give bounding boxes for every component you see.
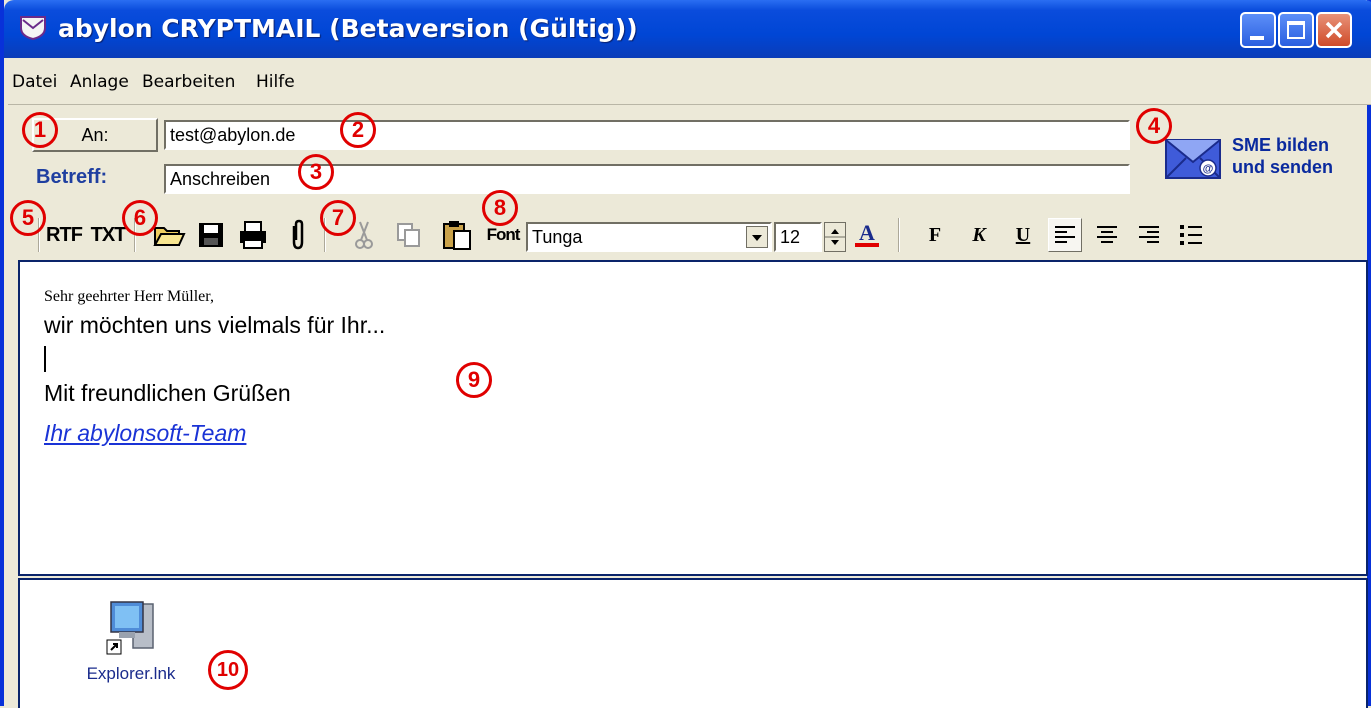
callout-10: 10 bbox=[208, 650, 248, 690]
to-field[interactable]: test@abylon.de bbox=[164, 120, 1130, 150]
attach-paperclip-icon[interactable] bbox=[286, 218, 310, 252]
font-name-combo[interactable]: Tunga bbox=[526, 222, 772, 252]
callout-6: 6 bbox=[122, 200, 158, 236]
minimize-icon bbox=[1250, 36, 1264, 40]
align-left-button[interactable] bbox=[1048, 218, 1082, 252]
menu-datei[interactable]: Datei bbox=[12, 72, 57, 92]
callout-2: 2 bbox=[340, 112, 376, 148]
editor-signature-link[interactable]: Ihr abylonsoft-Team bbox=[44, 420, 246, 447]
callout-3: 3 bbox=[298, 154, 334, 190]
save-icon[interactable] bbox=[194, 218, 228, 252]
menu-bar: Datei Anlage Bearbeiten Hilfe bbox=[8, 58, 1371, 105]
align-right-button[interactable] bbox=[1132, 218, 1166, 252]
attachment-item[interactable]: Explorer.lnk bbox=[76, 598, 186, 684]
paste-icon[interactable] bbox=[440, 218, 474, 252]
send-mail-icon[interactable]: @ bbox=[1164, 136, 1224, 182]
callout-5: 5 bbox=[10, 200, 46, 236]
dropdown-arrow-icon[interactable] bbox=[746, 226, 768, 248]
send-label-line1: SME bilden bbox=[1232, 135, 1330, 155]
app-window: abylon CRYPTMAIL (Betaversion (Gültig)) … bbox=[0, 0, 1371, 708]
callout-9: 9 bbox=[456, 362, 492, 398]
computer-shortcut-icon bbox=[106, 601, 154, 655]
send-button[interactable]: SME bilden und senden bbox=[1232, 134, 1333, 178]
send-label-line2: und senden bbox=[1232, 157, 1334, 177]
align-left-icon bbox=[1055, 226, 1075, 243]
menu-anlage[interactable]: Anlage bbox=[70, 72, 129, 92]
align-right-icon bbox=[1139, 226, 1159, 243]
window-title: abylon CRYPTMAIL (Betaversion (Gültig)) bbox=[58, 14, 638, 43]
underline-button[interactable]: U bbox=[1006, 218, 1040, 252]
font-size-field[interactable]: 12 bbox=[774, 222, 822, 252]
editor-line1: wir möchten uns vielmals für Ihr... bbox=[44, 312, 386, 338]
callout-7: 7 bbox=[320, 200, 356, 236]
menu-hilfe[interactable]: Hilfe bbox=[256, 72, 295, 92]
italic-button[interactable]: K bbox=[962, 218, 996, 252]
bold-button[interactable]: F bbox=[918, 218, 952, 252]
align-center-button[interactable] bbox=[1090, 218, 1124, 252]
editor-greeting: Sehr geehrter Herr Müller, bbox=[44, 288, 214, 305]
print-icon[interactable] bbox=[236, 218, 270, 252]
callout-8: 8 bbox=[482, 190, 518, 226]
editor-closing: Mit freundlichen Grüßen bbox=[44, 380, 291, 406]
maximize-button[interactable] bbox=[1278, 12, 1314, 48]
bullet-list-icon bbox=[1180, 225, 1202, 245]
rtf-button[interactable]: RTF bbox=[44, 218, 84, 252]
title-bar[interactable]: abylon CRYPTMAIL (Betaversion (Gültig)) bbox=[4, 0, 1371, 58]
message-editor[interactable]: Sehr geehrter Herr Müller, wir möchten u… bbox=[18, 260, 1368, 576]
subject-label: Betreff: bbox=[36, 166, 108, 188]
menu-bearbeiten[interactable]: Bearbeiten bbox=[142, 72, 235, 92]
cut-icon[interactable] bbox=[352, 218, 376, 252]
svg-text:A: A bbox=[859, 220, 875, 245]
align-center-icon bbox=[1097, 226, 1117, 243]
font-name-value: Tunga bbox=[532, 227, 583, 247]
copy-icon[interactable] bbox=[394, 218, 424, 252]
spinner-arrows-icon bbox=[825, 229, 845, 245]
font-color-icon[interactable]: A bbox=[850, 218, 884, 252]
callout-1: 1 bbox=[22, 112, 58, 148]
close-icon bbox=[1325, 21, 1343, 39]
callout-4: 4 bbox=[1136, 108, 1172, 144]
attachment-name: Explorer.lnk bbox=[86, 664, 176, 683]
svg-text:@: @ bbox=[1203, 163, 1214, 175]
format-toolbar: RTF TXT Font Tunga 12 A F K U bbox=[8, 210, 1371, 258]
toolbar-separator bbox=[898, 218, 900, 252]
close-button[interactable] bbox=[1316, 12, 1352, 48]
minimize-button[interactable] bbox=[1240, 12, 1276, 48]
bullet-list-button[interactable] bbox=[1174, 218, 1208, 252]
mail-shield-icon bbox=[20, 16, 46, 40]
maximize-icon bbox=[1287, 21, 1305, 39]
font-size-spinner[interactable] bbox=[824, 222, 846, 252]
text-cursor bbox=[44, 346, 46, 372]
